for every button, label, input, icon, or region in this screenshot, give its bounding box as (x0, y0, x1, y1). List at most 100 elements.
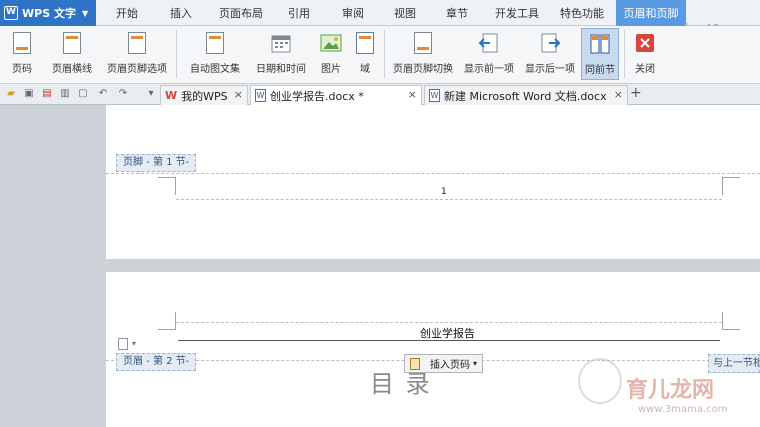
tab-insert[interactable]: 插入 (158, 0, 204, 26)
chevron-down-icon: ▾ (132, 339, 137, 348)
tab-developer[interactable]: 开发工具 (488, 0, 546, 26)
hf-switch-label: 页眉页脚切换 (393, 64, 453, 75)
calendar-icon (269, 30, 293, 56)
footer-section-label: 页脚 - 第 1 节- (116, 154, 197, 172)
ribbon-divider (624, 30, 625, 78)
ribbon-divider (384, 30, 385, 78)
close-icon[interactable]: × (408, 88, 417, 101)
field-icon (353, 30, 377, 56)
print-preview-icon[interactable]: ▢ (76, 87, 90, 101)
page-2: 创业学报告 ▾ 页眉 - 第 2 节- 插入页码 ▾ 与上一节相同 目 录 育儿… (106, 272, 760, 427)
show-prev-button[interactable]: 显示前一项 (460, 28, 518, 80)
auto-text-button[interactable]: 自动图文集 (184, 28, 246, 80)
app-title: WPS 文字 (22, 7, 76, 20)
tab-new-document[interactable]: W 新建 Microsoft Word 文档.docx × (424, 85, 628, 105)
close-label: 关闭 (635, 64, 655, 75)
insert-page-number-label: 插入页码 (430, 360, 470, 371)
mascot-watermark (578, 358, 622, 404)
close-icon (633, 30, 657, 56)
show-prev-label: 显示前一项 (464, 64, 514, 75)
page-number-label: 页码 (12, 64, 32, 75)
undo-icon[interactable]: ↶ (96, 87, 110, 101)
print-icon[interactable]: ▥ (58, 87, 72, 101)
header-rule (178, 340, 720, 341)
add-tab-icon[interactable]: + (630, 85, 642, 101)
crop-mark (722, 312, 740, 330)
chevron-down-icon[interactable]: ▾ (144, 87, 158, 101)
picture-label: 图片 (321, 64, 341, 75)
arrow-right-icon (538, 30, 562, 56)
header-area-line (176, 322, 722, 323)
ribbon-divider (176, 30, 177, 78)
picture-button[interactable]: 图片 (314, 28, 348, 80)
word-doc-icon: W (255, 89, 266, 102)
header-line-icon (60, 30, 84, 56)
picture-icon (319, 30, 343, 56)
close-icon[interactable]: × (234, 88, 243, 101)
same-as-previous-button[interactable]: 与上一节相同 (708, 354, 760, 373)
wps-logo-icon: W (4, 6, 18, 20)
auto-text-icon (203, 30, 227, 56)
field-button[interactable]: 域 (352, 28, 378, 80)
tab-my-wps[interactable]: W 我的WPS × (160, 85, 248, 105)
footer-page-number[interactable]: 1 (441, 187, 447, 197)
tab-header-footer[interactable]: 页眉和页脚 (616, 0, 686, 26)
wps-logo-icon: W (165, 89, 178, 102)
menu-bar: W WPS 文字 ▼ 开始 插入 页面布局 引用 审阅 视图 章节 开发工具 特… (0, 0, 760, 26)
tab-home[interactable]: 开始 (104, 0, 150, 26)
save-icon[interactable]: ▣ (22, 87, 36, 101)
field-label: 域 (360, 64, 370, 75)
page-number-icon (10, 30, 34, 56)
show-next-label: 显示后一项 (525, 64, 575, 75)
same-as-prev-label: 同前节 (585, 65, 615, 76)
chevron-down-icon: ▼ (81, 8, 89, 18)
header-line-label: 页眉横线 (52, 64, 92, 75)
close-icon[interactable]: × (614, 88, 623, 101)
document-icon (118, 338, 128, 350)
pdf-export-icon[interactable]: ▤ (40, 87, 54, 101)
auto-text-label: 自动图文集 (190, 64, 240, 75)
tab-section[interactable]: 章节 (434, 0, 480, 26)
crop-mark (158, 177, 176, 195)
tab-page-layout[interactable]: 页面布局 (210, 0, 272, 26)
date-time-button[interactable]: 日期和时间 (254, 28, 308, 80)
chevron-down-icon: ▾ (473, 359, 478, 368)
toc-title: 目 录 (370, 370, 432, 398)
url-watermark: www.3mama.com (638, 404, 728, 415)
tab-label: 我的WPS (181, 89, 228, 103)
hf-options-button[interactable]: 页眉页脚选项 (104, 28, 170, 80)
footer-boundary (106, 173, 760, 174)
crop-mark (158, 312, 176, 330)
tab-view[interactable]: 视图 (382, 0, 428, 26)
tab-label: 创业学报告.docx * (270, 89, 364, 103)
link-sections-icon (588, 31, 612, 57)
header-line-button[interactable]: 页眉横线 (44, 28, 100, 80)
tab-review[interactable]: 审阅 (330, 0, 376, 26)
same-as-prev-button[interactable]: 同前节 (581, 28, 619, 80)
tab-active-document[interactable]: W 创业学报告.docx * × (250, 85, 422, 105)
tab-label: 新建 Microsoft Word 文档.docx (444, 89, 607, 103)
redo-icon[interactable]: ↷ (116, 87, 130, 101)
show-next-button[interactable]: 显示后一项 (522, 28, 578, 80)
header-section-label: 页眉 - 第 2 节- (116, 353, 197, 371)
word-doc-icon: W (429, 89, 440, 102)
footer-area-line (176, 199, 722, 200)
page-1: 页脚 - 第 1 节- 1 (106, 105, 760, 259)
close-hf-button[interactable]: 关闭 (630, 28, 660, 80)
tab-references[interactable]: 引用 (276, 0, 322, 26)
arrow-left-icon (477, 30, 501, 56)
header-text[interactable]: 创业学报告 (420, 325, 475, 341)
crop-mark (722, 177, 740, 195)
page-number-button[interactable]: 页码 (4, 28, 40, 80)
brand-watermark: 育儿龙网 (626, 378, 715, 403)
hf-switch-button[interactable]: 页眉页脚切换 (390, 28, 456, 80)
left-margin (0, 105, 106, 427)
open-folder-icon[interactable]: ▰ (4, 87, 18, 101)
date-time-label: 日期和时间 (256, 64, 306, 75)
tab-features[interactable]: 特色功能 (552, 0, 612, 26)
hf-switch-icon (411, 30, 435, 56)
ribbon: 页码 页眉横线 页眉页脚选项 自动图文集 日期和时间 图片 域 页眉页脚切换 显… (0, 26, 760, 84)
app-menu-button[interactable]: W WPS 文字 ▼ (0, 0, 96, 26)
document-area: 页脚 - 第 1 节- 1 创业学报告 ▾ 页眉 - 第 2 节- 插入页码 ▾… (0, 105, 760, 427)
hf-options-label: 页眉页脚选项 (107, 64, 167, 75)
